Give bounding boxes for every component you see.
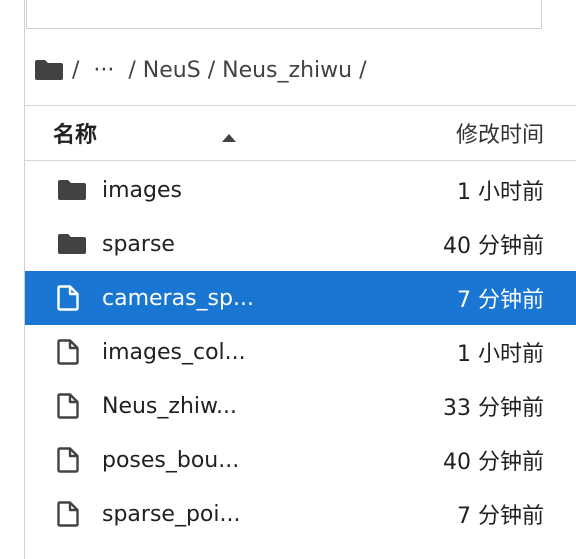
folder-icon — [57, 233, 87, 255]
file-name: sparse — [102, 231, 175, 257]
folder-row[interactable]: sparse 40 分钟前 — [25, 217, 576, 271]
file-modified-time: 7 分钟前 — [457, 288, 544, 313]
file-icon — [57, 339, 79, 365]
file-list: images 1 小时前 sparse 40 分钟前 cameras_sp... 7 分钟… — [25, 163, 576, 541]
file-name: Neus_zhiw... — [102, 393, 237, 419]
breadcrumb-segment-neus-zhiwu[interactable]: / Neus_zhiwu — [208, 58, 352, 83]
file-modified-time: 1 小时前 — [457, 342, 544, 367]
breadcrumb-ellipsis[interactable]: ··· — [93, 58, 114, 83]
file-name: poses_bou... — [102, 447, 240, 473]
breadcrumb: / ··· / NeuS / Neus_zhiwu / — [34, 50, 366, 90]
file-modified-time: 40 分钟前 — [443, 450, 544, 475]
folder-row[interactable]: images 1 小时前 — [25, 163, 576, 217]
filter-input[interactable] — [26, 0, 542, 29]
file-name: images — [102, 177, 182, 203]
modified-column-header[interactable]: 修改时间 — [456, 117, 544, 149]
file-name: images_col... — [102, 339, 246, 365]
name-column-header[interactable]: 名称 — [53, 117, 97, 149]
file-row[interactable]: sparse_poi... 7 分钟前 — [25, 487, 576, 541]
file-row[interactable]: Neus_zhiw... 33 分钟前 — [25, 379, 576, 433]
breadcrumb-segment-neus[interactable]: / NeuS — [128, 58, 200, 83]
file-name: sparse_poi... — [102, 501, 241, 527]
breadcrumb-root[interactable]: / — [72, 58, 79, 83]
file-row[interactable]: cameras_sp... 7 分钟前 — [25, 271, 576, 325]
sort-ascending-icon[interactable] — [221, 128, 237, 147]
file-modified-time: 7 分钟前 — [457, 504, 544, 529]
folder-icon — [57, 179, 87, 201]
file-icon — [57, 501, 79, 527]
file-row[interactable]: poses_bou... 40 分钟前 — [25, 433, 576, 487]
file-row[interactable]: images_col... 1 小时前 — [25, 325, 576, 379]
file-icon — [57, 393, 79, 419]
file-icon — [57, 285, 79, 311]
file-icon — [57, 447, 79, 473]
breadcrumb-trailing-slash: / — [359, 57, 367, 83]
file-modified-time: 40 分钟前 — [443, 234, 544, 259]
folder-icon[interactable] — [34, 59, 64, 81]
file-modified-time: 33 分钟前 — [443, 396, 544, 421]
file-name: cameras_sp... — [102, 285, 254, 311]
file-modified-time: 1 小时前 — [457, 180, 544, 205]
file-list-header: 名称 修改时间 — [25, 105, 576, 161]
